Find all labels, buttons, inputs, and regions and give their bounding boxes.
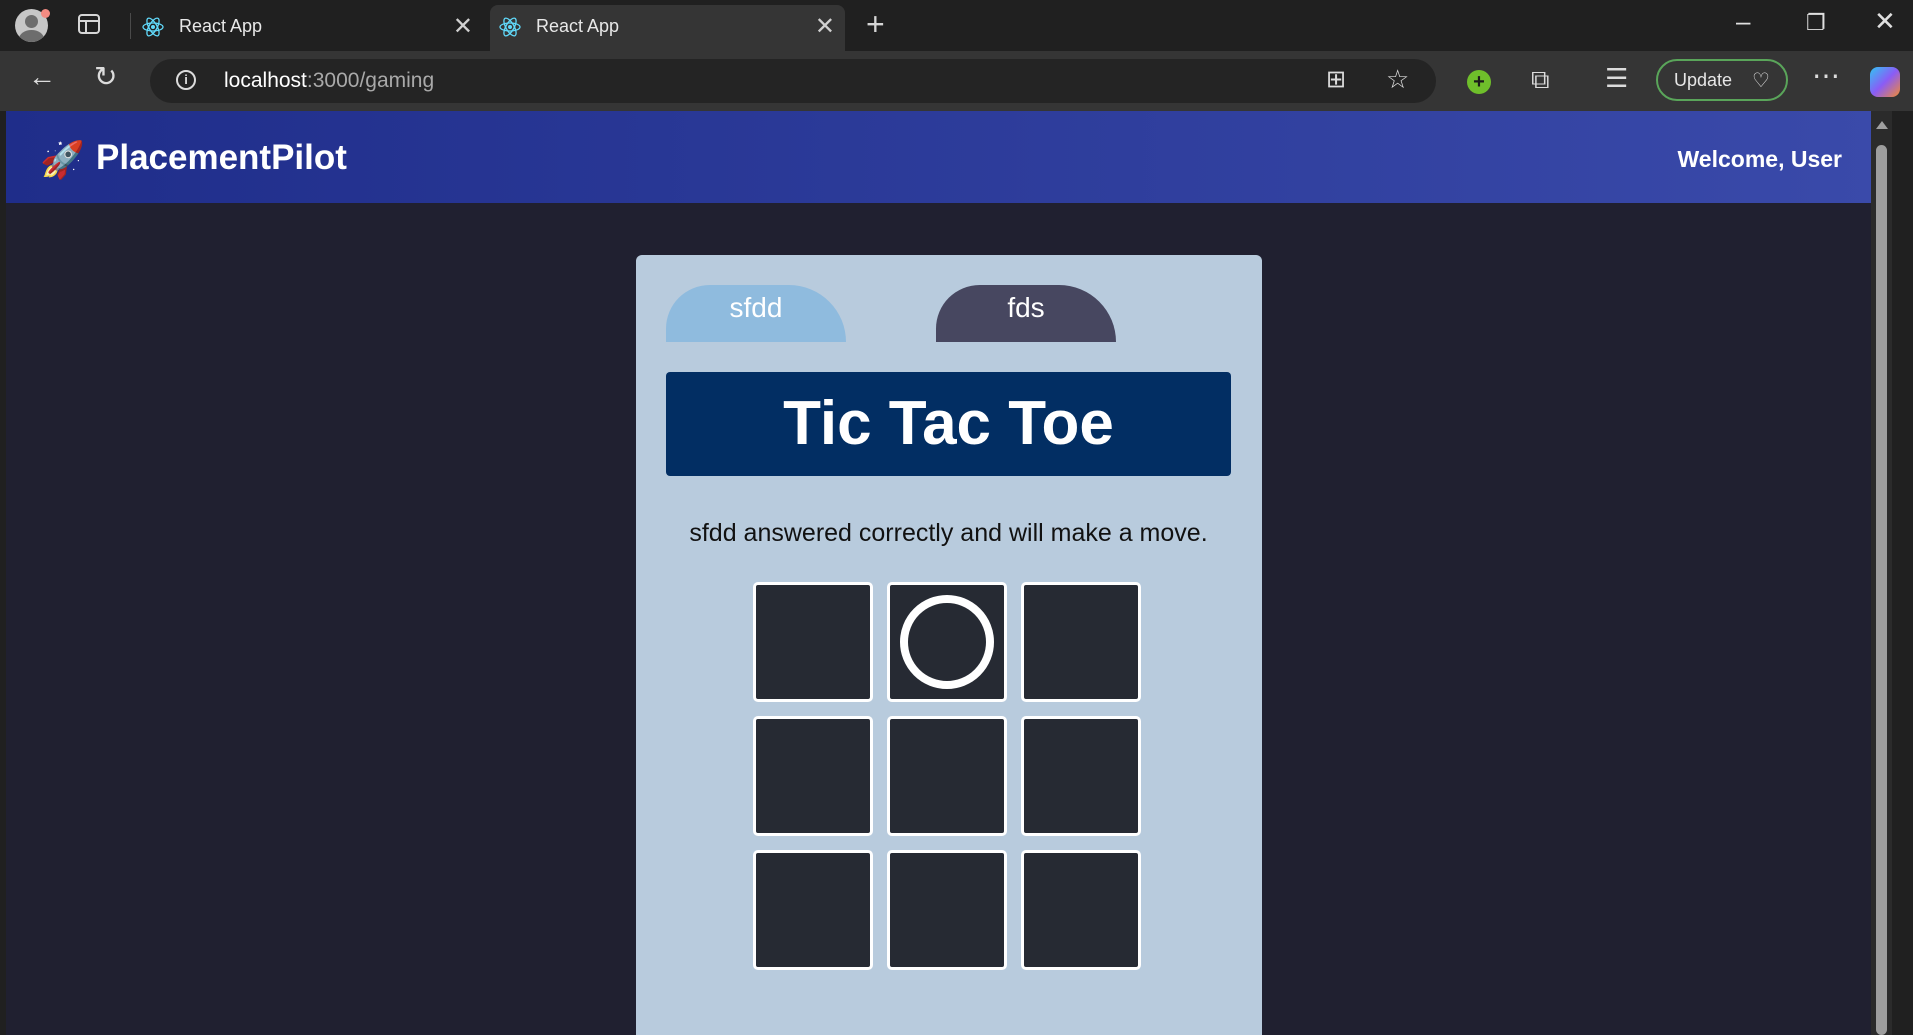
notification-dot-icon <box>41 9 50 18</box>
board-cell-1[interactable] <box>887 582 1007 702</box>
favorite-star-icon[interactable]: ☆ <box>1386 64 1409 95</box>
tab-actions-icon[interactable] <box>78 14 100 34</box>
tab-title: React App <box>179 16 263 36</box>
copilot-icon[interactable] <box>1870 67 1900 97</box>
address-bar[interactable]: i localhost:3000/gaming ⊞ ☆ <box>150 59 1436 103</box>
app-available-icon[interactable]: ⊞ <box>1326 65 1346 94</box>
board-cell-6[interactable] <box>753 850 873 970</box>
scroll-up-arrow-icon[interactable] <box>1876 121 1888 129</box>
scrollbar-thumb[interactable] <box>1876 145 1887 1035</box>
browser-toolbar: ← ↻ i localhost:3000/gaming ⊞ ☆ + ⧉ ☰ Up… <box>0 51 1913 111</box>
tic-tac-toe-board <box>753 582 1145 974</box>
browser-tab-2-active[interactable]: React App ✕ <box>490 5 845 51</box>
board-cell-8[interactable] <box>1021 850 1141 970</box>
welcome-text: Welcome, User <box>1677 146 1842 172</box>
close-window-icon[interactable]: ✕ <box>1874 6 1896 37</box>
health-heart-icon: ♡ <box>1752 70 1770 92</box>
board-cell-7[interactable] <box>887 850 1007 970</box>
browser-tab-1[interactable]: React App ✕ <box>133 5 483 51</box>
board-cell-3[interactable] <box>753 716 873 836</box>
restore-icon[interactable]: ❐ <box>1806 10 1826 36</box>
player-1-tab: sfdd <box>666 285 846 342</box>
site-info-icon[interactable]: i <box>176 70 196 90</box>
refresh-icon[interactable]: ↻ <box>94 60 117 93</box>
app-header: 🚀 PlacementPilot Welcome, User <box>6 111 1892 203</box>
tab-separator <box>130 13 131 39</box>
favorites-icon[interactable]: ☰ <box>1605 63 1628 94</box>
game-title: Tic Tac Toe <box>666 372 1231 476</box>
board-cell-2[interactable] <box>1021 582 1141 702</box>
page-scrollbar[interactable] <box>1871 111 1892 1035</box>
browser-tab-strip: React App ✕ React App ✕ + – ❐ ✕ <box>0 0 1913 51</box>
back-icon[interactable]: ← <box>28 61 56 93</box>
tab-title: React App <box>536 16 620 36</box>
extensions-puzzle-icon[interactable]: ⧉ <box>1531 64 1550 96</box>
board-cell-5[interactable] <box>1021 716 1141 836</box>
update-button[interactable]: Update ♡ <box>1656 59 1788 101</box>
rocket-icon: 🚀 <box>40 139 85 180</box>
board-cell-0[interactable] <box>753 582 873 702</box>
more-menu-icon[interactable]: ⋯ <box>1812 59 1840 92</box>
o-mark-icon <box>900 595 994 689</box>
brand-title[interactable]: PlacementPilot <box>96 138 347 178</box>
player-2-tab: fds <box>936 285 1116 342</box>
url-text: localhost:3000/gaming <box>224 69 435 92</box>
extension-plus-icon[interactable]: + <box>1467 70 1491 94</box>
game-status: sfdd answered correctly and will make a … <box>689 519 1208 547</box>
close-tab-icon[interactable]: ✕ <box>453 12 473 41</box>
page-viewport: 🚀 PlacementPilot Welcome, User sfdd fds … <box>6 111 1892 1035</box>
new-tab-icon[interactable]: + <box>866 6 885 43</box>
react-logo-icon <box>499 17 521 37</box>
react-logo-icon <box>142 17 164 37</box>
game-card: sfdd fds Tic Tac Toe sfdd answered corre… <box>636 255 1262 1035</box>
update-label: Update <box>1674 70 1733 90</box>
minimize-icon[interactable]: – <box>1736 6 1750 37</box>
board-cell-4[interactable] <box>887 716 1007 836</box>
close-tab-icon[interactable]: ✕ <box>815 12 835 41</box>
